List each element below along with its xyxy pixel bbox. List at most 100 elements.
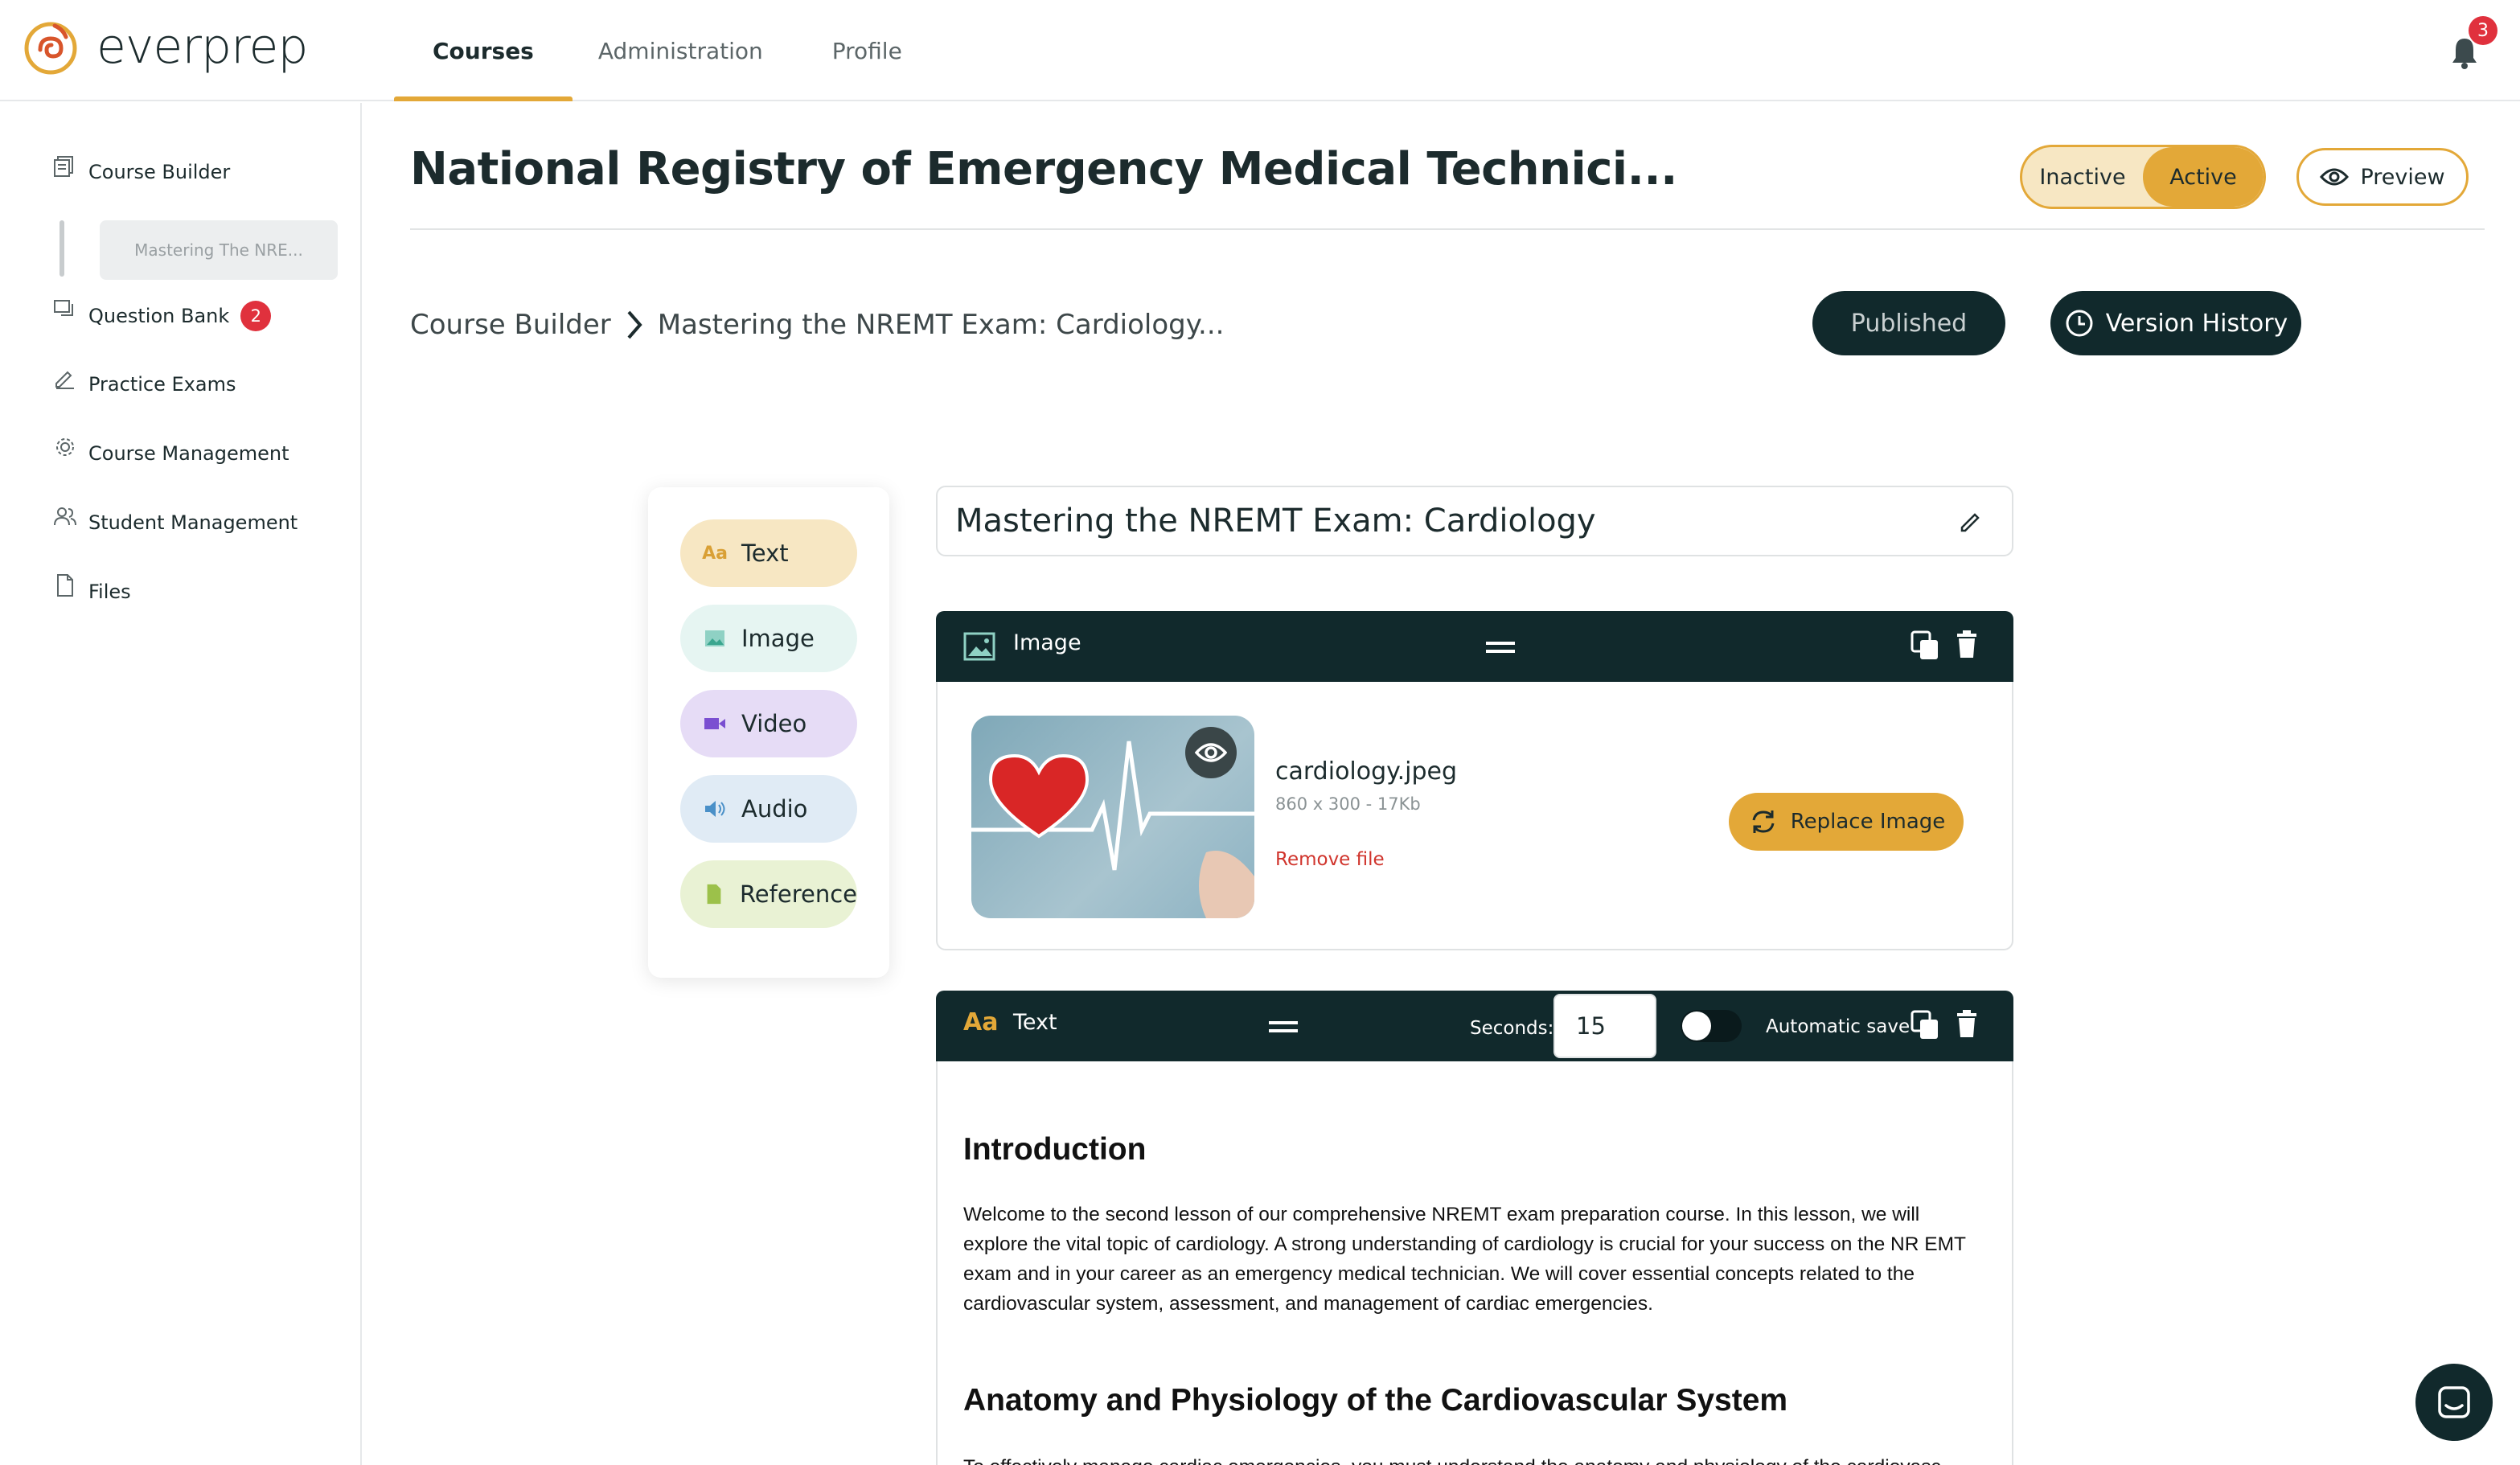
delete-icon[interactable] <box>1951 627 1983 663</box>
everprep-logo-icon <box>24 22 77 75</box>
seconds-label: Seconds: <box>1470 1018 1554 1039</box>
reference-icon <box>707 884 721 905</box>
text-block-label: Text <box>1013 1010 1057 1035</box>
seconds-input[interactable] <box>1553 994 1656 1058</box>
sidebar-item-label: Course Management <box>88 442 289 465</box>
content-heading: Introduction <box>963 1132 1147 1167</box>
sidebar-item-label: Question Bank <box>88 305 230 327</box>
breadcrumb-current: Mastering the NREMT Exam: Cardiology... <box>657 309 1225 341</box>
automatic-save-toggle[interactable] <box>1681 1010 1742 1042</box>
palette-item-label: Video <box>741 710 807 737</box>
automatic-save-label: Automatic save <box>1766 1016 1911 1037</box>
status-toggle[interactable]: Inactive Active <box>2020 145 2266 209</box>
text-block-header: Aa Text Seconds: Automatic save <box>936 991 2013 1061</box>
palette-reference-button[interactable]: Reference <box>680 860 857 928</box>
file-name: cardiology.jpeg <box>1275 757 1458 786</box>
page-title: National Registry of Emergency Medical T… <box>410 143 1677 195</box>
toggle-knob <box>1682 1012 1711 1040</box>
tab-courses[interactable]: Courses <box>394 0 573 101</box>
sidebar-item-label: Files <box>88 581 131 603</box>
edit-icon[interactable] <box>1957 510 1983 536</box>
gear-icon <box>56 438 74 456</box>
audio-icon <box>705 801 725 817</box>
remove-file-link[interactable]: Remove file <box>1275 849 1385 870</box>
sidebar-item-course-builder[interactable]: Course Builder <box>53 156 231 183</box>
content-heading: Anatomy and Physiology of the Cardiovasc… <box>963 1383 1788 1418</box>
drag-handle[interactable] <box>1269 1021 1298 1032</box>
delete-icon[interactable] <box>1951 1007 1983 1042</box>
preview-label: Preview <box>2360 164 2445 190</box>
breadcrumb-root[interactable]: Course Builder <box>410 309 611 341</box>
preview-button[interactable]: Preview <box>2296 148 2469 206</box>
chat-icon <box>2438 1386 2470 1418</box>
lesson-title-field[interactable]: Mastering the NREMT Exam: Cardiology <box>936 486 2013 556</box>
image-icon <box>963 632 995 661</box>
chevron-right-icon <box>627 310 642 339</box>
image-block-header: Image <box>936 611 2013 682</box>
sidebar-item-label: Course Builder <box>88 161 231 183</box>
duplicate-icon[interactable] <box>1909 627 1941 663</box>
tab-profile[interactable]: Profile <box>800 0 934 101</box>
version-history-label: Version History <box>2105 309 2288 338</box>
eye-icon <box>2320 168 2350 186</box>
text-icon: Aa <box>963 1008 999 1036</box>
image-block-body: cardiology.jpeg 860 x 300 - 17Kb Remove … <box>936 682 2013 950</box>
image-icon <box>705 630 724 646</box>
sidebar-item-course-management[interactable]: Course Management <box>53 438 289 465</box>
palette-item-label: Audio <box>741 795 808 823</box>
drag-handle[interactable] <box>1486 642 1515 653</box>
app-name: everprep <box>96 18 308 75</box>
top-navbar: everprep Courses Administration Profile … <box>0 0 2520 101</box>
users-icon <box>54 507 76 526</box>
tab-administration[interactable]: Administration <box>573 0 800 101</box>
sidebar: Course Builder Mastering The NRE... Ques… <box>0 103 362 1465</box>
course-builder-icon <box>54 156 73 177</box>
question-bank-badge: 2 <box>240 301 272 331</box>
palette-text-button[interactable]: Aa Text <box>680 519 857 587</box>
chat-launcher-button[interactable] <box>2415 1364 2493 1441</box>
main-nav: Courses Administration Profile <box>394 0 934 101</box>
sub-item-indicator <box>60 220 64 277</box>
clock-icon <box>2066 310 2093 337</box>
video-icon <box>704 718 725 729</box>
image-thumbnail[interactable] <box>971 716 1254 918</box>
logo[interactable]: everprep <box>23 18 308 76</box>
sidebar-item-label: Student Management <box>88 511 298 534</box>
content-paragraph: Welcome to the second lesson of our comp… <box>963 1204 1966 1315</box>
preview-image-button[interactable] <box>1185 727 1237 778</box>
question-bank-icon <box>54 300 73 316</box>
replace-image-button[interactable]: Replace Image <box>1729 793 1964 851</box>
text-icon: Aa <box>702 543 728 564</box>
refresh-icon <box>1752 810 1775 833</box>
sidebar-item-files[interactable]: Files <box>53 574 131 603</box>
sidebar-item-student-management[interactable]: Student Management <box>53 507 298 534</box>
status-active-option[interactable]: Active <box>2143 147 2263 207</box>
eye-icon <box>1195 743 1227 762</box>
status-inactive-option[interactable]: Inactive <box>2022 147 2143 207</box>
palette-video-button[interactable]: Video <box>680 690 857 757</box>
block-palette: Aa Text Image Video Audio Reference <box>648 487 889 978</box>
sidebar-item-practice-exams[interactable]: Practice Exams <box>53 371 236 396</box>
version-history-button[interactable]: Version History <box>2050 291 2301 355</box>
breadcrumb: Course Builder Mastering the NREMT Exam:… <box>410 309 1224 341</box>
sidebar-item-label: Practice Exams <box>88 373 236 396</box>
palette-audio-button[interactable]: Audio <box>680 775 857 843</box>
sidebar-item-question-bank[interactable]: Question Bank 2 <box>53 300 272 331</box>
duplicate-icon[interactable] <box>1909 1007 1941 1042</box>
published-button[interactable]: Published <box>1812 291 2005 355</box>
notification-badge: 3 <box>2469 16 2497 45</box>
content-paragraph: To effectively manage cardiac emergencie… <box>963 1452 1988 1465</box>
text-block-body[interactable]: Introduction Welcome to the second lesso… <box>936 1061 2013 1465</box>
replace-image-label: Replace Image <box>1790 810 1946 834</box>
file-icon <box>57 574 73 597</box>
palette-item-label: Reference <box>739 880 857 908</box>
palette-image-button[interactable]: Image <box>680 605 857 672</box>
header-divider <box>410 228 2485 230</box>
lesson-title-text: Mastering the NREMT Exam: Cardiology <box>955 503 1596 540</box>
palette-item-label: Text <box>741 540 789 567</box>
pencil-icon <box>55 371 74 389</box>
sidebar-sub-item-lesson[interactable]: Mastering The NRE... <box>100 220 338 280</box>
image-block-label: Image <box>1013 630 1081 655</box>
palette-item-label: Image <box>741 625 815 652</box>
file-meta: 860 x 300 - 17Kb <box>1275 794 1421 814</box>
